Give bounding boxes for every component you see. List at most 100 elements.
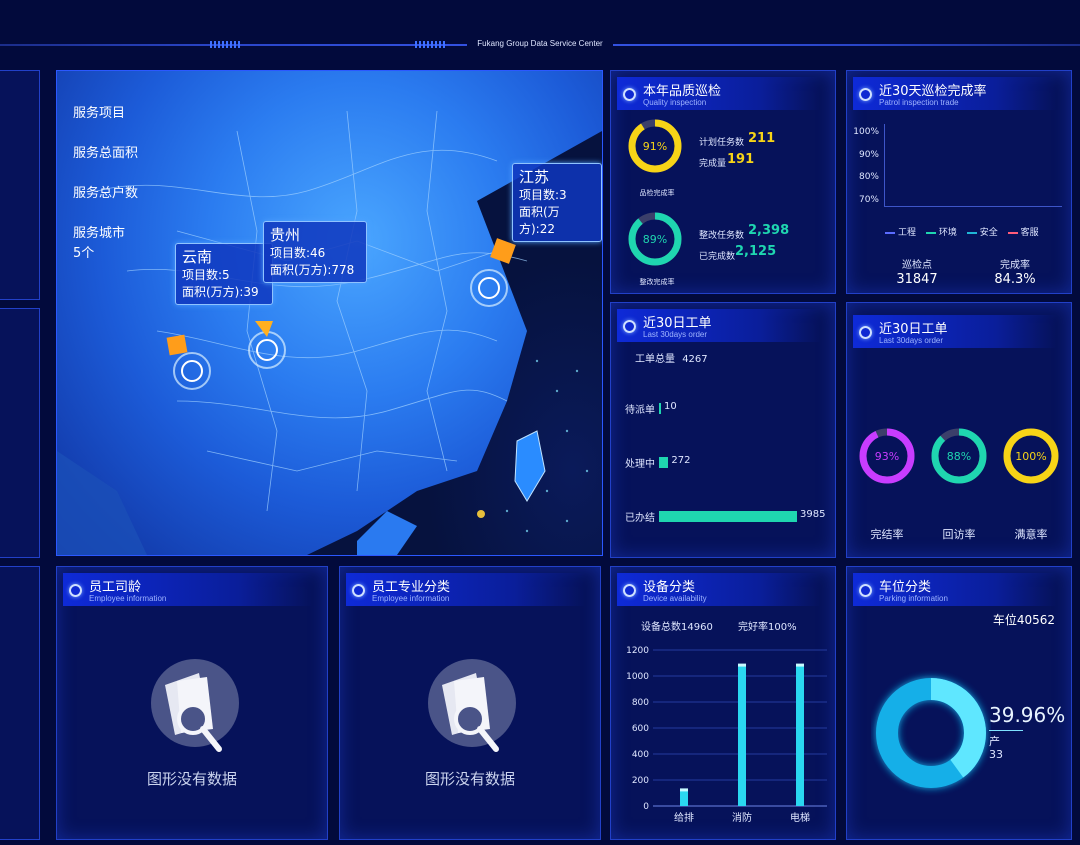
- panel-subtitle: Parking information: [879, 594, 948, 603]
- map-tooltip-guizhou[interactable]: 贵州 项目数:46 面积(万方):778: [263, 221, 367, 283]
- ring2-plan-label: 整改任务数: [699, 231, 745, 241]
- tooltip-line1: 项目数:46: [270, 246, 326, 260]
- no-data-text: 图形没有数据: [424, 770, 515, 788]
- svg-text:89%: 89%: [643, 233, 667, 246]
- panel-subtitle: Quality inspection: [643, 98, 707, 107]
- panel-title: 近30日工单: [879, 322, 948, 337]
- device-total: 设备总数14960: [641, 622, 713, 633]
- order-bar[interactable]: [659, 457, 669, 468]
- order-bar-value: 3985: [800, 509, 826, 520]
- y-tick-label: 400: [632, 750, 649, 760]
- device-bar-cap: [738, 663, 746, 667]
- y-tick-label: 1000: [626, 672, 649, 682]
- patrol-panel-header: 近30天巡检完成率 Patrol inspection trade: [853, 77, 1057, 110]
- ring1-done-label: 完成量: [699, 159, 727, 169]
- title-ring-icon: [623, 584, 636, 597]
- china-map[interactable]: 服务项目 服务总面积 服务总户数 服务城市 5个 云南 项目数:5 面积(万方)…: [56, 70, 603, 556]
- panel-subtitle: Last 30days order: [643, 330, 708, 339]
- map-stats: 服务项目 服务总面积 服务总户数 服务城市 5个: [73, 104, 138, 264]
- quality-panel: 本年品质巡检 Quality inspection 91% 品检完成率 计划任务…: [610, 70, 836, 294]
- orders-total-value: 4267: [682, 354, 708, 365]
- legend-item[interactable]: 环境: [925, 228, 957, 238]
- rate-ring-percent: 100%: [1015, 450, 1046, 463]
- order-bar-label: 处理中: [625, 459, 655, 470]
- rate-ring-percent: 93%: [875, 450, 899, 463]
- orders-rate-panel-header: 近30日工单 Last 30days order: [853, 315, 1057, 348]
- panel-title: 近30天巡检完成率: [879, 84, 987, 99]
- y-tick-label: 1200: [626, 646, 649, 656]
- rate-ring: 93%: [859, 428, 915, 484]
- parking-donut: [876, 678, 986, 788]
- parking-panel-header: 车位分类 Parking information: [853, 573, 1057, 606]
- orders-total-label: 工单总量: [635, 354, 675, 365]
- tooltip-name: 云南: [182, 248, 213, 266]
- panel-subtitle: Patrol inspection trade: [879, 98, 959, 107]
- ring2-plan-value: 2,398: [748, 223, 790, 238]
- patrol-panel: 近30天巡检完成率 Patrol inspection trade 100% 9…: [846, 70, 1072, 294]
- panel-title: 员工专业分类: [372, 580, 451, 595]
- parking-panel: 车位分类 Parking information 车位40562 39.96% …: [846, 566, 1072, 840]
- orders-rate-panel: 近30日工单 Last 30days order 93% 完结率 88% 回访率 100…: [846, 302, 1072, 558]
- quality-ring-1: 91%: [628, 119, 682, 173]
- y-tick-label: 0: [643, 802, 649, 812]
- employee-age-panel: 员工司龄 Employee information 图形没有数据: [56, 566, 328, 840]
- parking-total: 车位40562: [992, 613, 1055, 627]
- map-tooltip-yunnan[interactable]: 云南 项目数:5 面积(万方):39: [175, 243, 273, 305]
- y-tick-label: 600: [632, 724, 649, 734]
- quality-panel-header: 本年品质巡检 Quality inspection: [617, 77, 821, 110]
- panel-title: 设备分类: [643, 580, 696, 595]
- device-bar-chart: 0 200 400 600 800 1000 1200 给排 消防 电梯: [626, 646, 827, 824]
- y-tick: 80%: [858, 172, 879, 182]
- header-title: Fukang Group Data Service Center: [0, 39, 1080, 48]
- panel-title: 员工司龄: [89, 580, 142, 595]
- panel-subtitle: Employee information: [372, 594, 450, 603]
- title-ring-icon: [859, 584, 872, 597]
- stat-cities-label: 服务城市: [73, 226, 126, 241]
- title-ring-icon: [859, 326, 872, 339]
- legend-item[interactable]: 客服: [1007, 228, 1039, 238]
- title-ring-icon: [69, 584, 82, 597]
- legend-item[interactable]: 工程: [885, 228, 916, 238]
- device-rate: 完好率100%: [738, 622, 797, 633]
- rate-ring-percent: 88%: [947, 450, 971, 463]
- panel-subtitle: Last 30days order: [879, 336, 944, 345]
- left-edge-panel-1: [0, 70, 40, 300]
- device-bar: [738, 665, 746, 806]
- order-bar[interactable]: [659, 511, 797, 522]
- svg-text:91%: 91%: [643, 140, 667, 153]
- rate-ring: 100%: [1003, 428, 1059, 484]
- y-tick: 90%: [858, 149, 879, 160]
- order-bar-label: 待派单: [625, 405, 655, 416]
- device-bar-cap: [796, 663, 804, 667]
- employee-type-panel: 员工专业分类 Employee information 图形没有数据: [339, 566, 601, 840]
- legend-item[interactable]: 安全: [966, 228, 998, 238]
- tooltip-line2: 面积(万方):778: [270, 263, 355, 277]
- title-ring-icon: [352, 584, 365, 597]
- order-bar-value: 272: [671, 455, 691, 466]
- panel-subtitle: Employee information: [89, 594, 167, 603]
- stat-service-projects-value: [73, 124, 138, 144]
- employee-type-panel-header: 员工专业分类 Employee information: [346, 573, 586, 606]
- ring1-plan-label: 计划任务数: [699, 138, 745, 148]
- rate-ring-label: 满意率: [1014, 528, 1048, 541]
- patrol-x-axis-line: [884, 206, 1062, 207]
- panel-title: 车位分类: [879, 580, 932, 595]
- order-bar-value: 10: [664, 401, 677, 412]
- stat-households-label: 服务总户数: [73, 186, 139, 201]
- ring1-plan-value: 211: [748, 131, 776, 146]
- panel-subtitle: Device availability: [643, 594, 707, 603]
- title-ring-icon: [623, 88, 636, 101]
- stat-service-area-value: [73, 164, 138, 184]
- no-data-icon: [151, 659, 239, 752]
- y-tick-label: 800: [632, 698, 649, 708]
- ring1-done-value: 191: [727, 152, 755, 167]
- map-tooltip-jiangsu[interactable]: 江苏 项目数:3 面积(万方):22: [512, 163, 602, 242]
- x-tick-label: 给排: [674, 811, 694, 824]
- patrol-legend: 工程 环境 安全 客服: [885, 225, 1039, 238]
- device-bar: [680, 790, 688, 806]
- order-bar[interactable]: [659, 403, 661, 414]
- patrol-points-value: 31847: [896, 272, 938, 287]
- ring2-done-label: 已完成数: [699, 252, 736, 262]
- rate-ring-label: 回访率: [942, 528, 976, 541]
- parking-sub-value: 33: [989, 748, 1003, 761]
